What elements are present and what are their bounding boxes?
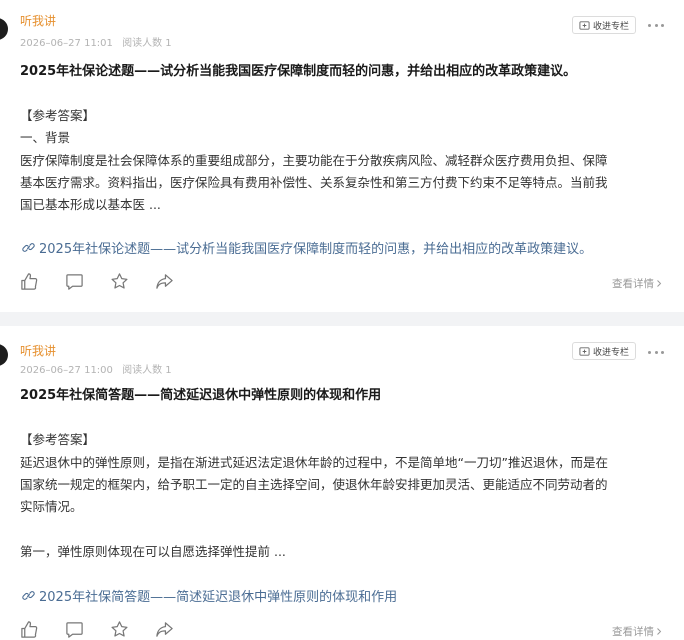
share-icon[interactable] (155, 272, 174, 291)
post-body-line: 国已基本形成以基本医 ... (20, 197, 161, 212)
post-body-line: 国家统一规定的框架内，给予职工一定的自主选择空间，使退休年龄安排更加灵活、更能适… (20, 477, 608, 492)
more-options-icon[interactable] (648, 22, 664, 28)
post-body-line: 实际情况。 (20, 499, 83, 514)
view-details-link[interactable]: 查看详情 (612, 624, 662, 639)
comment-icon[interactable] (65, 620, 84, 639)
thumbs-up-icon[interactable] (20, 272, 39, 291)
post-separator (0, 312, 684, 326)
view-details-label: 查看详情 (612, 278, 654, 290)
view-details-label: 查看详情 (612, 626, 654, 638)
post-card: 听我讲 2026–06–27 11:00 阅读人数 1 收进专栏 2025年社保… (0, 326, 684, 640)
link-icon (22, 591, 35, 600)
post-body-line: 第一，弹性原则体现在可以自愿选择弹性提前 ... (20, 544, 286, 559)
avatar[interactable] (0, 344, 8, 366)
collect-icon (579, 20, 590, 30)
view-details-link[interactable]: 查看详情 (612, 276, 662, 291)
share-icon[interactable] (155, 620, 174, 639)
post-date: 2026–06–27 11:00 (20, 365, 113, 376)
chevron-right-icon (657, 280, 662, 287)
collect-to-column-button[interactable]: 收进专栏 (571, 342, 636, 360)
post-date: 2026–06–27 11:01 (20, 38, 113, 49)
post-card: 听我讲 2026–06–27 11:01 阅读人数 1 收进专栏 2025年社保… (0, 0, 684, 312)
collect-to-column-button[interactable]: 收进专栏 (571, 16, 636, 34)
link-icon (22, 243, 35, 252)
post-body-line: 【参考答案】 (20, 108, 96, 123)
star-icon[interactable] (110, 272, 129, 291)
post-meta: 2026–06–27 11:01 阅读人数 1 (20, 34, 178, 49)
collect-label: 收进专栏 (592, 347, 629, 358)
article-link-text: 2025年社保简答题——简述延迟退休中弹性原则的体现和作用 (39, 590, 398, 605)
read-count: 阅读人数 1 (122, 38, 172, 49)
post-title[interactable]: 2025年社保简答题——简述延迟退休中弹性原则的体现和作用 (20, 384, 660, 403)
post-body-line: 一、背景 (20, 130, 71, 145)
post-title[interactable]: 2025年社保论述题——试分析当能我国医疗保障制度而轻的问惠，并给出相应的改革政… (20, 60, 660, 79)
post-body-line: 基本医疗需求。资料指出，医疗保险具有费用补偿性、关系复杂性和第三方付费下约束不足… (20, 175, 608, 190)
article-link-text: 2025年社保论述题——试分析当能我国医疗保障制度而轻的问惠，并给出相应的改革政… (39, 242, 593, 257)
post-body-line: 延迟退休中的弹性原则，是指在渐进式延迟法定退休年龄的过程中，不是简单地“一刀切”… (20, 455, 608, 470)
chevron-right-icon (657, 628, 662, 635)
post-body-line: 【参考答案】 (20, 432, 96, 447)
article-link[interactable]: 2025年社保简答题——简述延迟退休中弹性原则的体现和作用 (22, 586, 397, 605)
avatar[interactable] (0, 18, 8, 40)
action-bar (20, 272, 174, 291)
thumbs-up-icon[interactable] (20, 620, 39, 639)
more-options-icon[interactable] (648, 349, 664, 355)
comment-icon[interactable] (65, 272, 84, 291)
author-name[interactable]: 听我讲 (20, 342, 56, 359)
article-link[interactable]: 2025年社保论述题——试分析当能我国医疗保障制度而轻的问惠，并给出相应的改革政… (22, 238, 592, 257)
action-bar (20, 620, 174, 639)
star-icon[interactable] (110, 620, 129, 639)
read-count: 阅读人数 1 (122, 365, 172, 376)
collect-label: 收进专栏 (592, 21, 629, 32)
post-meta: 2026–06–27 11:00 阅读人数 1 (20, 361, 178, 376)
post-body-line: 医疗保障制度是社会保障体系的重要组成部分，主要功能在于分散疾病风险、减轻群众医疗… (20, 153, 608, 168)
collect-icon (579, 346, 590, 356)
author-name[interactable]: 听我讲 (20, 12, 56, 29)
